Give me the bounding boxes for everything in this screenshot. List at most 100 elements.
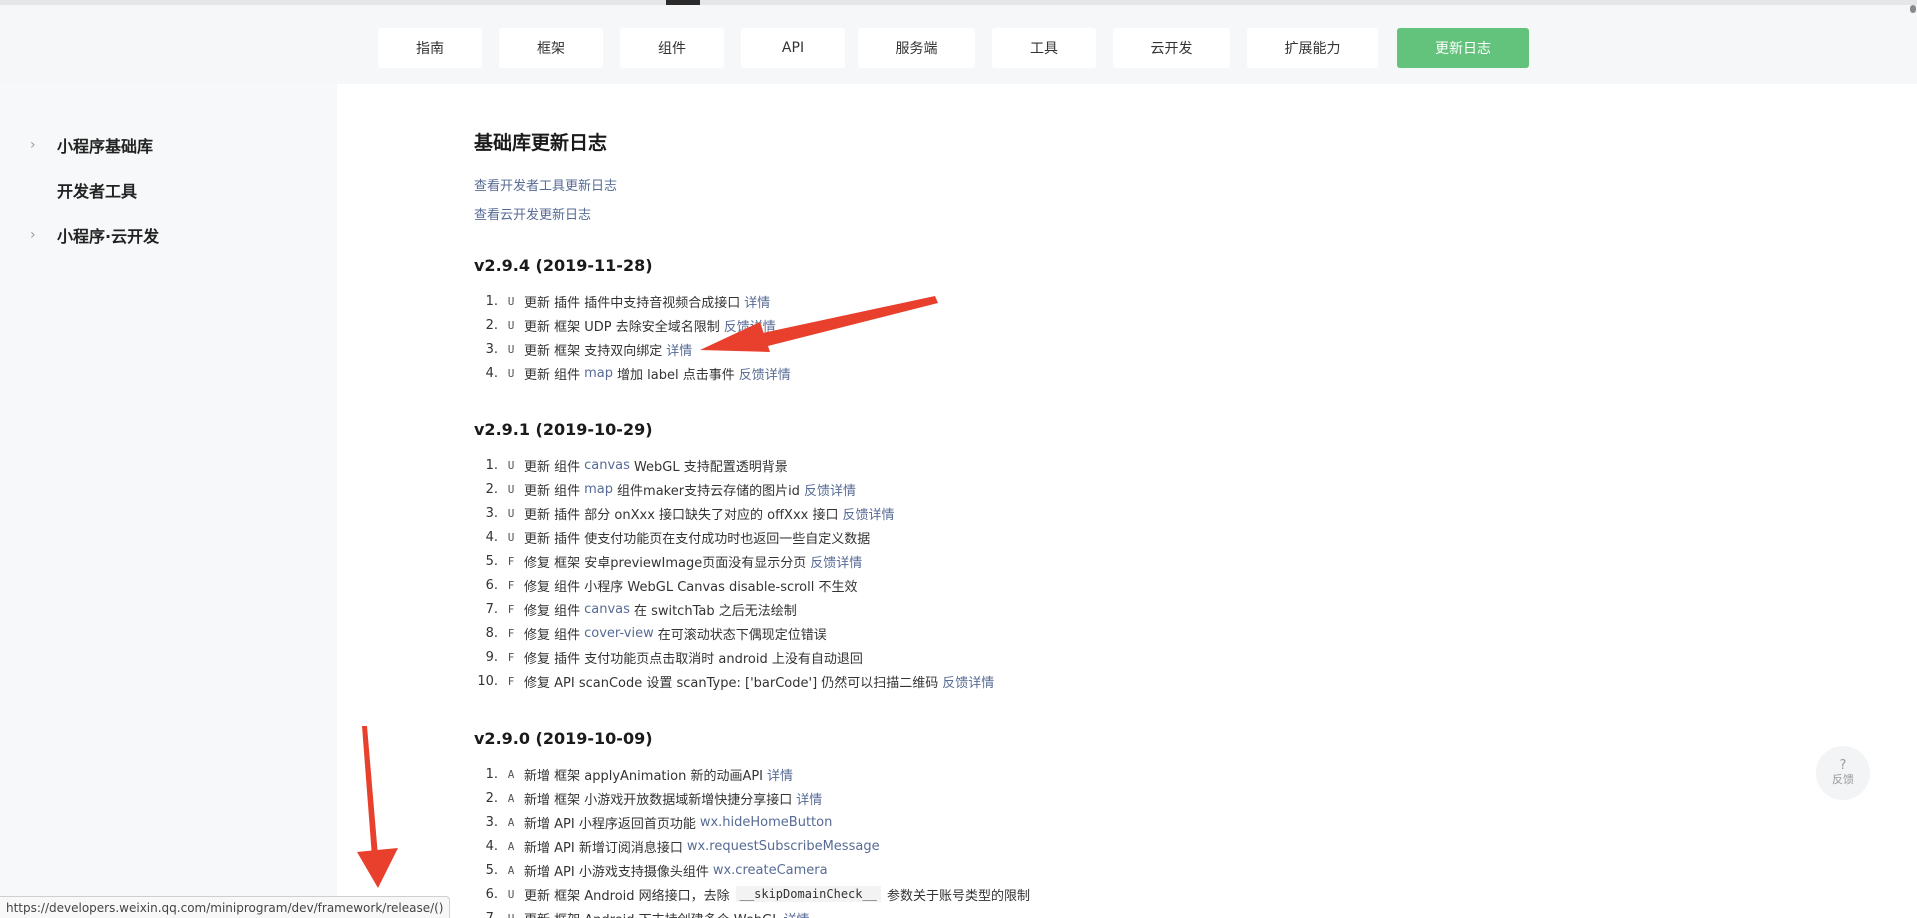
sidebar-item-label: 小程序基础库 (57, 137, 154, 156)
change-type-tag: U (507, 911, 515, 918)
item-number: 6. (485, 886, 498, 902)
item-number: 2. (485, 481, 498, 497)
details-link[interactable]: 详情 (796, 789, 822, 808)
item-text: 更新 组件 (524, 367, 581, 383)
red-arrow-down-icon (357, 726, 398, 888)
details-link[interactable]: 详情 (783, 909, 809, 918)
item-text: 更新 框架 UDP 去除安全域名限制 (524, 319, 720, 335)
feedback-details-link[interactable]: 反馈详情 (810, 552, 862, 571)
change-type-tag: F (507, 578, 515, 592)
version-heading: v2.9.1 (2019-10-29) (474, 420, 653, 439)
change-type-tag: A (507, 767, 515, 781)
item-text: 更新 框架 支持双向绑定 (524, 343, 663, 359)
sidebar-item-devtools[interactable]: 开发者工具 (0, 178, 337, 202)
item-text: 新增 API 小游戏支持摄像头组件 (524, 864, 709, 880)
list-item: 5. F 修复 框架 安卓previewImage页面没有显示分页 反馈详情 (474, 551, 863, 571)
item-number: 4. (485, 365, 498, 381)
tab-changelog[interactable]: 更新日志 (1397, 28, 1529, 68)
feedback-details-link[interactable]: 反馈详情 (842, 504, 894, 523)
component-link[interactable]: map (584, 366, 613, 381)
change-type-tag: U (507, 294, 515, 308)
item-text: 新增 框架 applyAnimation 新的动画API (524, 768, 764, 784)
item-number: 3. (485, 341, 498, 357)
devtools-changelog-link[interactable]: 查看开发者工具更新日志 (474, 175, 617, 194)
list-item: 7. F 修复 组件 canvas 在 switchTab 之后无法绘制 (474, 599, 797, 619)
item-number: 4. (485, 838, 498, 854)
change-type-tag: F (507, 674, 515, 688)
item-text: 更新 组件 (524, 483, 581, 499)
item-number: 3. (485, 814, 498, 830)
item-text: 修复 框架 安卓previewImage页面没有显示分页 (524, 555, 807, 571)
change-type-tag: U (507, 482, 515, 496)
item-number: 7. (485, 910, 498, 918)
change-type-tag: A (507, 839, 515, 853)
item-number: 8. (485, 625, 498, 641)
change-type-tag: U (507, 342, 515, 356)
tab-guide[interactable]: 指南 (378, 28, 482, 68)
item-text: WebGL 支持配置透明背景 (633, 459, 788, 475)
list-item: 3. U 更新 框架 支持双向绑定 详情 (474, 339, 693, 359)
item-text: 新增 API 新增订阅消息接口 (524, 840, 683, 856)
change-type-tag: F (507, 650, 515, 664)
list-item: 7. U 更新 框架 Android 下支持创建多个 WebGL 详情 (474, 908, 810, 918)
scrollbar-thumb[interactable] (1910, 5, 1916, 13)
change-type-tag: U (507, 506, 515, 520)
list-item: 1. A 新增 框架 applyAnimation 新的动画API 详情 (474, 764, 793, 784)
change-type-tag: A (507, 791, 515, 805)
feedback-details-link[interactable]: 反馈详情 (724, 316, 776, 335)
change-type-tag: F (507, 602, 515, 616)
tab-api[interactable]: API (741, 28, 845, 68)
sidebar-item-cloud-dev[interactable]: › 小程序·云开发 (0, 223, 337, 247)
item-text: 增加 label 点击事件 (617, 367, 735, 383)
details-link[interactable]: 详情 (666, 340, 692, 359)
change-type-tag: U (507, 887, 515, 901)
item-number: 1. (485, 766, 498, 782)
version-heading: v2.9.0 (2019-10-09) (474, 729, 653, 748)
details-link[interactable]: 详情 (767, 765, 793, 784)
item-text: 修复 插件 支付功能页点击取消时 android 上没有自动退回 (524, 651, 863, 667)
list-item: 3. U 更新 插件 部分 onXxx 接口缺失了对应的 offXxx 接口 反… (474, 503, 895, 523)
item-number: 2. (485, 317, 498, 333)
change-type-tag: U (507, 458, 515, 472)
tab-tools[interactable]: 工具 (992, 28, 1096, 68)
item-text: 更新 插件 插件中支持音视频合成接口 (524, 295, 741, 311)
item-text: 修复 组件 (524, 627, 581, 643)
item-number: 7. (485, 601, 498, 617)
list-item: 9. F 修复 插件 支付功能页点击取消时 android 上没有自动退回 (474, 647, 863, 667)
feedback-details-link[interactable]: 反馈详情 (804, 480, 856, 499)
api-link[interactable]: wx.requestSubscribeMessage (687, 839, 880, 854)
feedback-details-link[interactable]: 反馈详情 (739, 364, 791, 383)
list-item: 4. U 更新 插件 使支付功能页在支付成功时也返回一些自定义数据 (474, 527, 871, 547)
component-link[interactable]: canvas (584, 602, 630, 617)
change-type-tag: F (507, 626, 515, 640)
tab-extensions[interactable]: 扩展能力 (1247, 28, 1378, 68)
sidebar: › 小程序基础库 开发者工具 › 小程序·云开发 (0, 84, 337, 918)
list-item: 8. F 修复 组件 cover-view 在可滚动状态下偶现定位错误 (474, 623, 827, 643)
tab-components[interactable]: 组件 (620, 28, 724, 68)
tab-framework[interactable]: 框架 (499, 28, 603, 68)
change-type-tag: U (507, 530, 515, 544)
item-number: 2. (485, 790, 498, 806)
component-link[interactable]: map (584, 482, 613, 497)
feedback-details-link[interactable]: 反馈详情 (942, 672, 994, 691)
list-item: 1. U 更新 插件 插件中支持音视频合成接口 详情 (474, 291, 771, 311)
page-title: 基础库更新日志 (474, 132, 608, 154)
tab-cloud[interactable]: 云开发 (1113, 28, 1230, 68)
component-link[interactable]: canvas (584, 458, 630, 473)
question-icon: ? (1839, 758, 1847, 773)
list-item: 5. A 新增 API 小游戏支持摄像头组件 wx.createCamera (474, 860, 828, 880)
change-type-tag: U (507, 366, 515, 380)
tab-server[interactable]: 服务端 (858, 28, 975, 68)
sidebar-item-base-library[interactable]: › 小程序基础库 (0, 133, 337, 157)
api-link[interactable]: wx.createCamera (713, 863, 828, 878)
item-text: 组件maker支持云存储的图片id (617, 483, 800, 499)
details-link[interactable]: 详情 (744, 292, 770, 311)
item-text: 更新 插件 部分 onXxx 接口缺失了对应的 offXxx 接口 (524, 507, 839, 523)
item-text: 更新 框架 Android 下支持创建多个 WebGL (524, 909, 779, 918)
component-link[interactable]: cover-view (584, 626, 654, 641)
item-number: 9. (485, 649, 498, 665)
api-link[interactable]: wx.hideHomeButton (700, 815, 833, 830)
cloud-changelog-link[interactable]: 查看云开发更新日志 (474, 204, 591, 223)
feedback-button[interactable]: ? 反馈 (1816, 746, 1870, 800)
item-text: 更新 插件 使支付功能页在支付成功时也返回一些自定义数据 (524, 531, 871, 547)
